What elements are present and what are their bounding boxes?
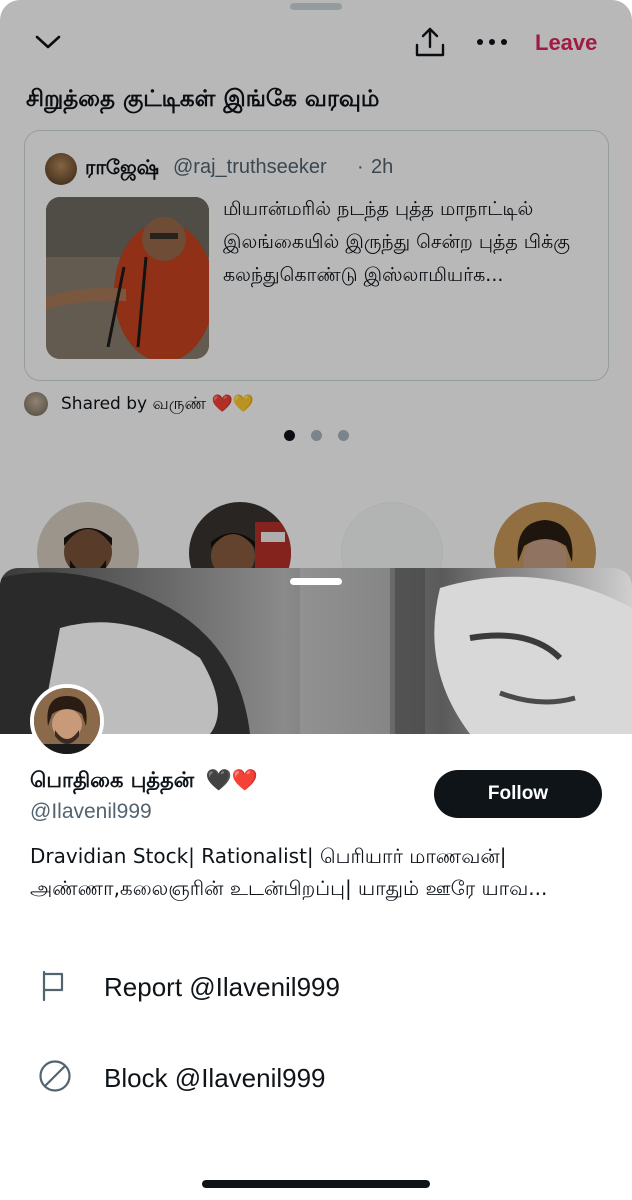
profile-name: பொதிகை புத்தன் 🖤❤️ bbox=[30, 768, 258, 795]
block-icon bbox=[38, 1059, 72, 1093]
profile-bio: Dravidian Stock| Rationalist| பெரியார் ம… bbox=[30, 844, 548, 900]
flag-icon bbox=[38, 968, 72, 1002]
profile-sheet: பொதிகை புத்தன் 🖤❤️ @Ilavenil999 Follow D… bbox=[0, 568, 632, 1200]
follow-button[interactable]: Follow bbox=[434, 770, 602, 818]
profile-name-text: பொதிகை புத்தன் bbox=[30, 768, 195, 792]
home-indicator[interactable] bbox=[202, 1180, 430, 1188]
report-user-item[interactable]: Report @Ilavenil999 bbox=[0, 950, 632, 1022]
report-user-label: Report @Ilavenil999 bbox=[104, 972, 340, 1002]
sheet-drag-handle[interactable] bbox=[290, 578, 342, 585]
profile-avatar[interactable] bbox=[30, 684, 104, 758]
background-overlay[interactable] bbox=[0, 0, 632, 640]
block-user-item[interactable]: Block @Ilavenil999 bbox=[0, 1041, 632, 1113]
space-screen: Leave சிறுத்தை குட்டிகள் இங்கே வரவும் ரா… bbox=[0, 0, 632, 640]
block-user-label: Block @Ilavenil999 bbox=[104, 1063, 326, 1093]
profile-name-emoji: 🖤❤️ bbox=[205, 768, 258, 792]
profile-handle: @Ilavenil999 bbox=[30, 800, 152, 823]
